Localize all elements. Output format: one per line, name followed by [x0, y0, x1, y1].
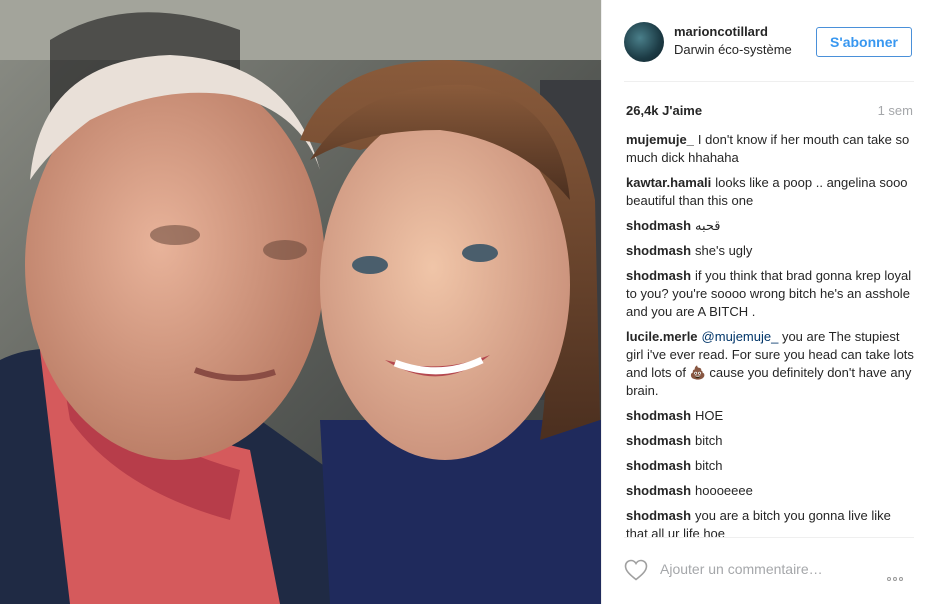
likes-row: 26,4k J'aime 1 sem	[626, 103, 913, 119]
divider	[624, 537, 914, 538]
comment: shodmash she's ugly	[626, 242, 916, 260]
heart-outline-icon[interactable]	[624, 559, 648, 581]
comment-text: she's ugly	[695, 243, 753, 258]
comment-text: bitch	[695, 433, 723, 448]
comment-author[interactable]: shodmash	[626, 433, 691, 448]
comment-text: hoooeeee	[695, 483, 753, 498]
comment-text: HOE	[695, 408, 724, 423]
comment: shodmash bitch	[626, 457, 916, 475]
divider	[624, 81, 914, 82]
comment: shodmash قحبه	[626, 217, 916, 235]
follow-button[interactable]: S'abonner	[816, 27, 912, 57]
comment: lucile.merle @mujemuje_ you are The stupi…	[626, 328, 916, 400]
comment: kawtar.hamali looks like a poop .. angeli…	[626, 174, 916, 210]
comment-text: bitch	[695, 458, 723, 473]
comment: shodmash you are a bitch you gonna live l…	[626, 507, 916, 537]
comment: shodmash bitch	[626, 432, 916, 450]
comment-footer	[602, 552, 935, 588]
post-header: marioncotillard Darwin éco-système S'abo…	[602, 0, 935, 82]
comment: mujemuje_ I don't know if her mouth can t…	[626, 131, 916, 167]
comment-author[interactable]: mujemuje_	[626, 132, 694, 147]
post-time[interactable]: 1 sem	[878, 103, 913, 118]
comment-author[interactable]: lucile.merle	[626, 329, 698, 344]
avatar[interactable]	[624, 22, 664, 62]
comment-author[interactable]: shodmash	[626, 243, 691, 258]
add-comment-input[interactable]	[660, 558, 880, 580]
location-link[interactable]: Darwin éco-système	[674, 42, 792, 57]
comment: shodmash hoooeeee	[626, 482, 916, 500]
post-side-panel: marioncotillard Darwin éco-système S'abo…	[601, 0, 935, 604]
likes-count[interactable]: 26,4k J'aime	[626, 103, 702, 118]
comment-author[interactable]: shodmash	[626, 218, 691, 233]
comments-list[interactable]: mujemuje_ I don't know if her mouth can t…	[626, 131, 916, 537]
comment-author[interactable]: shodmash	[626, 508, 691, 523]
photo-illustration	[0, 0, 601, 604]
comment-author[interactable]: shodmash	[626, 268, 691, 283]
comment-author[interactable]: shodmash	[626, 458, 691, 473]
comment-author[interactable]: kawtar.hamali	[626, 175, 711, 190]
post-photo[interactable]	[0, 0, 601, 604]
comment: shodmash HOE	[626, 407, 916, 425]
comment-mention-link[interactable]: @mujemuje_	[702, 329, 779, 344]
comment-author[interactable]: shodmash	[626, 483, 691, 498]
ellipsis-icon[interactable]	[887, 568, 913, 581]
comment: shodmash if you think that brad gonna kre…	[626, 267, 916, 321]
comment-text: قحبه	[695, 218, 721, 233]
comment-author[interactable]: shodmash	[626, 408, 691, 423]
username-link[interactable]: marioncotillard	[674, 24, 768, 39]
